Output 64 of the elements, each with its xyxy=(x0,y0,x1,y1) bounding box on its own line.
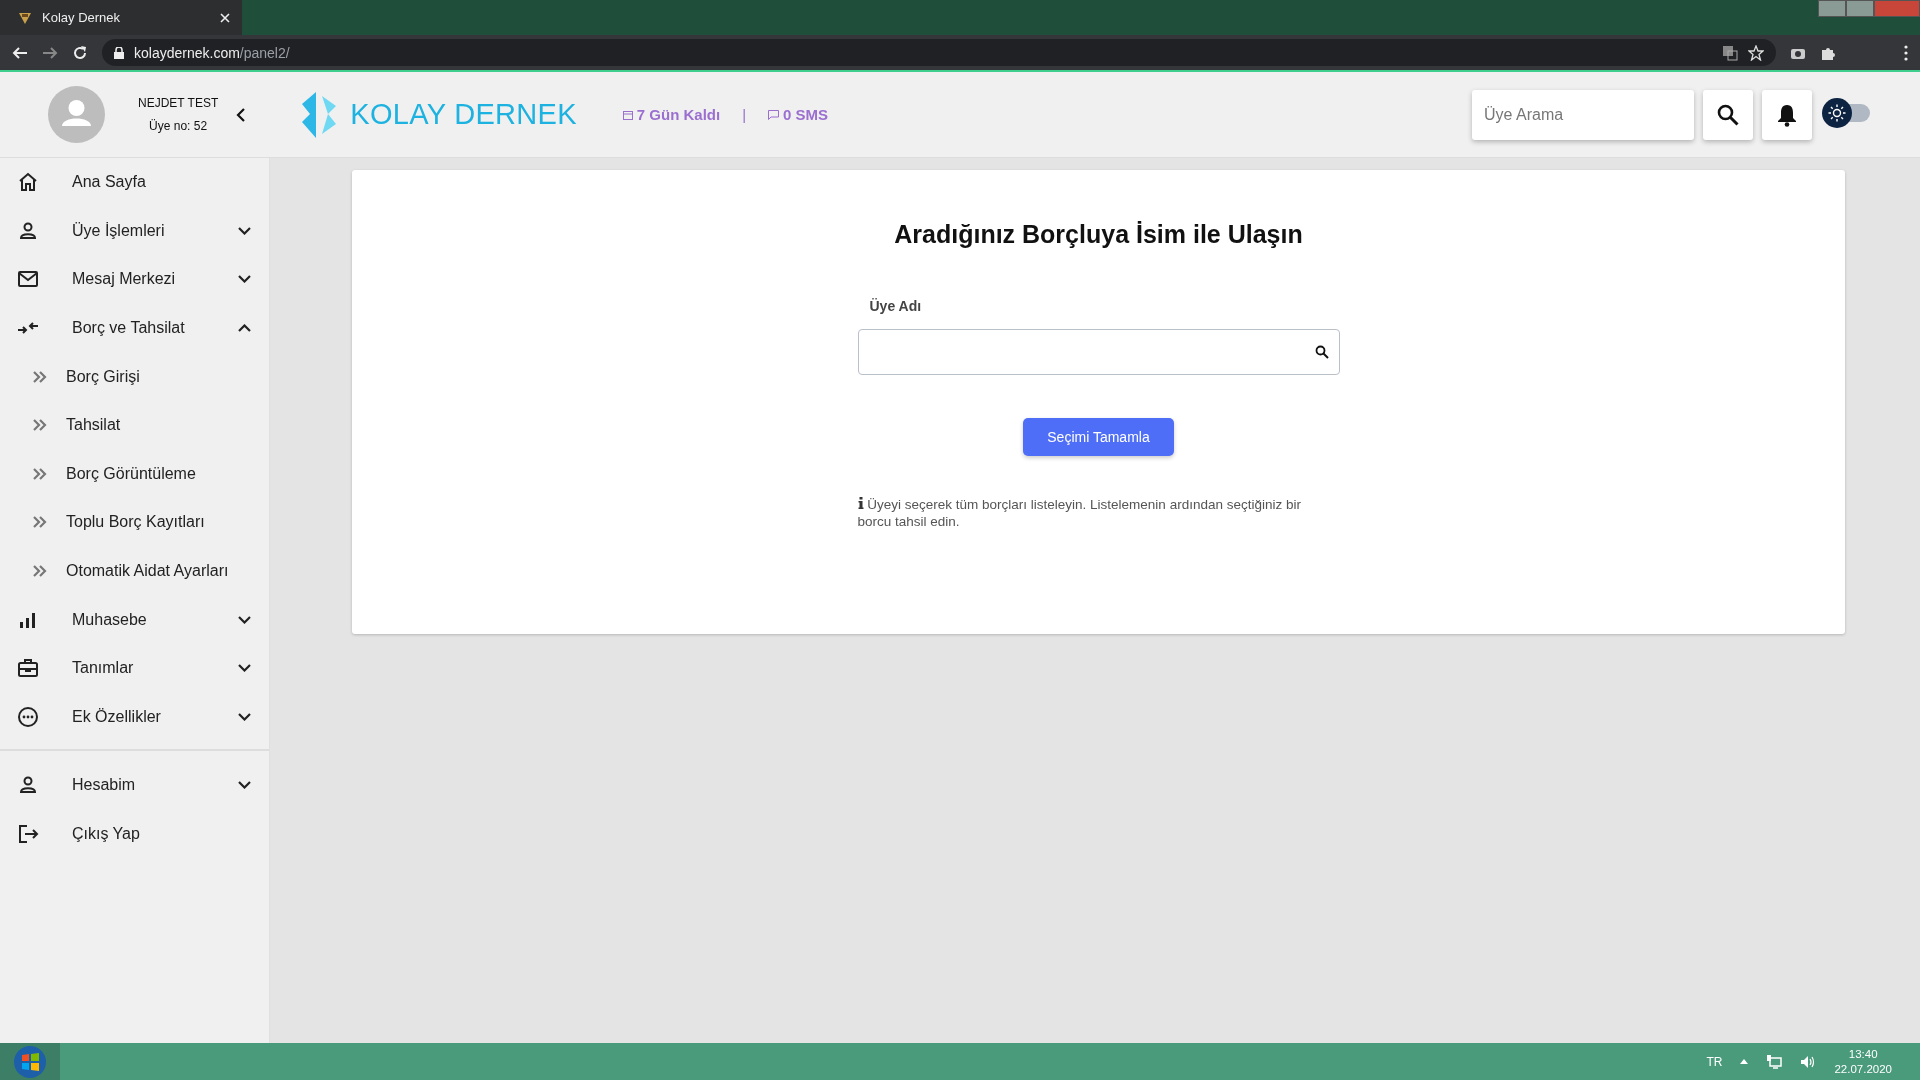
window-controls-icon[interactable] xyxy=(1818,0,1920,17)
search-button[interactable] xyxy=(1703,89,1753,140)
logout-icon xyxy=(16,822,40,846)
sidebar-item[interactable]: Borç ve Tahsilat xyxy=(0,303,269,353)
submenu-item[interactable]: Toplu Borç Kayıtları xyxy=(0,498,269,547)
submenu-item[interactable]: Otomatik Aidat Ayarları xyxy=(0,546,269,596)
complete-selection-button[interactable]: Seçimi Tamamla xyxy=(1023,418,1174,456)
forward-icon[interactable] xyxy=(42,44,58,61)
sun-icon xyxy=(1828,103,1846,122)
member-number: Üye no: 52 xyxy=(149,119,208,133)
avatar-icon xyxy=(48,86,105,143)
network-icon[interactable] xyxy=(1766,1054,1783,1069)
menu-icon[interactable] xyxy=(1904,44,1908,61)
field-label: Üye Adı xyxy=(869,298,922,314)
lock-icon xyxy=(114,46,124,59)
address-bar[interactable]: kolaydernek.com/panel2/ xyxy=(102,39,1776,66)
url-path: /panel2/ xyxy=(239,44,290,61)
calendar-icon xyxy=(622,109,633,120)
double-chevron-icon xyxy=(33,370,47,383)
star-icon[interactable] xyxy=(1748,44,1764,61)
sidebar-item[interactable]: Mesaj Merkezi xyxy=(0,255,269,304)
sidebar-item[interactable]: Tanımlar xyxy=(0,643,269,693)
sidebar-item[interactable]: Hesabim xyxy=(0,761,269,810)
dots-circle-icon xyxy=(16,704,40,729)
sidebar-item[interactable]: Üye İşlemleri xyxy=(0,206,269,256)
separator: | xyxy=(742,106,747,123)
logo-text: KOLAY DERNEK xyxy=(350,98,577,131)
page-title: Aradığınız Borçluya İsim ile Ulaşın xyxy=(894,220,1303,249)
sms-count: 0 SMS xyxy=(783,106,829,123)
reload-icon[interactable] xyxy=(72,44,88,61)
double-chevron-icon xyxy=(33,565,47,578)
double-chevron-icon xyxy=(33,467,47,480)
notification-button[interactable] xyxy=(1762,89,1812,140)
sidebar-item[interactable]: Ek Özellikler xyxy=(0,692,269,742)
chevron-left-icon[interactable] xyxy=(236,107,247,122)
url-host: kolaydernek.com xyxy=(134,44,240,61)
submenu-item[interactable]: Tahsilat xyxy=(0,400,269,450)
days-left: 7 Gün Kaldı xyxy=(636,106,721,123)
caret-up-icon[interactable] xyxy=(1740,1059,1749,1064)
search-icon xyxy=(1314,345,1329,359)
search-icon xyxy=(1717,103,1739,126)
sidebar-item[interactable]: Çıkış Yap xyxy=(0,809,269,859)
speaker-icon[interactable] xyxy=(1800,1054,1817,1069)
clock-date: 22.07.2020 xyxy=(1834,1063,1892,1075)
message-icon xyxy=(768,109,780,120)
member-name-field[interactable] xyxy=(857,329,1340,375)
submenu-item[interactable]: Borç Girişi xyxy=(0,352,269,401)
back-icon[interactable] xyxy=(12,44,28,61)
search-field[interactable]: Üye Arama xyxy=(1472,89,1694,140)
info-icon xyxy=(857,497,864,509)
sidebar-item[interactable]: Ana Sayfa xyxy=(0,158,269,207)
double-chevron-icon xyxy=(33,419,47,432)
translate-icon[interactable] xyxy=(1722,44,1738,61)
double-chevron-icon xyxy=(33,516,47,529)
sidebar-item[interactable]: Muhasebe xyxy=(0,595,269,644)
close-icon[interactable] xyxy=(220,12,230,23)
theme-toggle[interactable] xyxy=(1822,97,1872,128)
start-button[interactable] xyxy=(13,1044,47,1079)
favicon-icon xyxy=(18,10,32,25)
clock-time: 13:40 xyxy=(1848,1048,1878,1060)
info-text: Üyeyi seçerek tüm borçları listeleyin. Listelemenin ardından seçtiğiniz bir borcu tahsil edin. xyxy=(857,496,1302,530)
submenu-item[interactable]: Borç Görüntüleme xyxy=(0,449,269,499)
bell-icon xyxy=(1777,102,1797,127)
user-name: NEJDET TEST xyxy=(138,96,219,110)
